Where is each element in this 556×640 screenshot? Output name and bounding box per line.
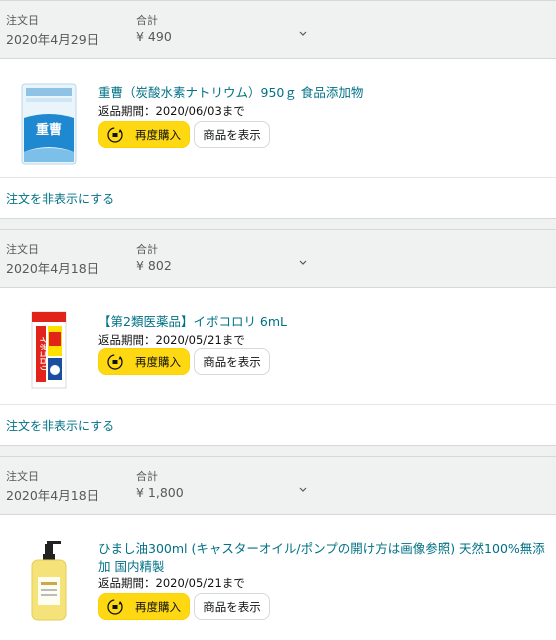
order-separator [0, 446, 556, 456]
order-item: 重曹 重曹（炭酸水素ナトリウム）950ｇ 食品添加物 返品期間：2020/06/… [0, 59, 556, 177]
order-date-value: 2020年4月18日 [6, 261, 100, 276]
order-total-label: 合計 [136, 14, 158, 27]
rebuy-label: 再度購入 [135, 354, 181, 369]
hide-order-link[interactable]: 注文を非表示にする [6, 190, 114, 207]
chevron-down-icon[interactable] [298, 257, 308, 267]
rebuy-label: 再度購入 [135, 599, 181, 614]
hide-order-row: 注文を非表示にする [0, 404, 556, 446]
rebuy-label: 再度購入 [135, 127, 181, 142]
chevron-down-icon[interactable] [298, 484, 308, 494]
order-date-label: 注文日 [6, 470, 39, 483]
order-separator [0, 219, 556, 229]
return-period: 返品期間：2020/06/03まで [98, 104, 245, 118]
rebuy-icon [107, 598, 123, 615]
order-item: ひまし油300ml (キャスターオイル/ポンプの開け方は画像参照) 天然100%… [0, 515, 556, 640]
view-item-button[interactable]: 商品を表示 [194, 121, 270, 148]
chevron-down-icon[interactable] [298, 28, 308, 38]
order-total-label: 合計 [136, 243, 158, 256]
hide-order-link[interactable]: 注文を非表示にする [6, 417, 114, 434]
rebuy-button[interactable]: 再度購入 [98, 348, 190, 375]
rebuy-icon [107, 353, 123, 370]
rebuy-icon [107, 126, 123, 143]
thumb-text: 重曹 [36, 122, 62, 138]
order-item: イボコロリ 【第2類医薬品】イボコロリ 6mL 返品期間：2020/05/21ま… [0, 288, 556, 404]
return-period: 返品期間：2020/05/21まで [98, 576, 245, 590]
order-date-value: 2020年4月29日 [6, 32, 100, 47]
baking-soda-package-icon[interactable]: 重曹 [18, 82, 80, 166]
order-total-value: ¥ 490 [136, 29, 172, 44]
order-date-label: 注文日 [6, 14, 39, 27]
view-item-button[interactable]: 商品を表示 [194, 348, 270, 375]
item-title-link[interactable]: 重曹（炭酸水素ナトリウム）950ｇ 食品添加物 [98, 84, 550, 102]
rebuy-button[interactable]: 再度購入 [98, 593, 190, 620]
castor-oil-pump-bottle-icon[interactable] [18, 539, 80, 623]
item-title-link[interactable]: 【第2類医薬品】イボコロリ 6mL [98, 313, 550, 331]
order-total-label: 合計 [136, 470, 158, 483]
hide-order-row: 注文を非表示にする [0, 177, 556, 219]
item-title-link[interactable]: ひまし油300ml (キャスターオイル/ポンプの開け方は画像参照) 天然100%… [98, 540, 550, 576]
order-date-label: 注文日 [6, 243, 39, 256]
order-total-value: ¥ 802 [136, 258, 172, 273]
order-total-value: ¥ 1,800 [136, 485, 184, 500]
order-header: 注文日 2020年4月29日 合計 ¥ 490 [0, 0, 556, 59]
order-date-value: 2020年4月18日 [6, 488, 100, 503]
order-header: 注文日 2020年4月18日 合計 ¥ 802 [0, 229, 556, 288]
view-item-button[interactable]: 商品を表示 [194, 593, 270, 620]
order-header: 注文日 2020年4月18日 合計 ¥ 1,800 [0, 456, 556, 515]
ibokorori-medicine-box-icon[interactable]: イボコロリ [18, 308, 80, 392]
thumb-text: イボコロリ [39, 337, 48, 372]
rebuy-button[interactable]: 再度購入 [98, 121, 190, 148]
return-period: 返品期間：2020/05/21まで [98, 333, 245, 347]
